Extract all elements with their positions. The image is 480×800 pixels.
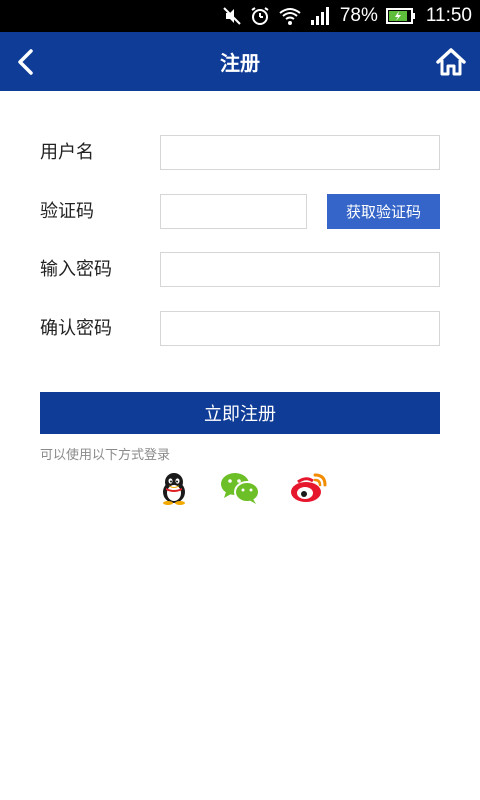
chevron-left-icon (18, 49, 33, 75)
header-bar: 注册 (0, 32, 480, 91)
confirm-password-input[interactable] (160, 311, 440, 346)
password-row: 输入密码 (40, 252, 440, 288)
signal-icon (310, 6, 332, 26)
alarm-icon (250, 6, 270, 26)
status-bar: 78% 11:50 (0, 0, 480, 32)
battery-icon (385, 7, 416, 25)
home-button[interactable] (434, 45, 468, 79)
password-label: 输入密码 (40, 259, 112, 280)
page-title: 注册 (220, 51, 260, 75)
back-button[interactable] (10, 45, 40, 79)
qq-icon (163, 473, 185, 505)
weibo-login-button[interactable] (289, 470, 329, 506)
wifi-icon (278, 6, 302, 26)
alt-login-hint: 可以使用以下方式登录 (40, 448, 171, 463)
get-code-button[interactable]: 获取验证码 (327, 194, 440, 229)
confirm-password-row: 确认密码 (40, 311, 440, 347)
weibo-icon (291, 473, 327, 502)
verification-code-row: 验证码 获取验证码 (40, 194, 440, 230)
username-input[interactable] (160, 135, 440, 170)
password-input[interactable] (160, 252, 440, 287)
username-row: 用户名 (40, 135, 440, 171)
confirm-password-label: 确认密码 (40, 318, 112, 339)
clock: 11:50 (425, 5, 472, 26)
battery-percent: 78% (339, 5, 378, 26)
verification-code-label: 验证码 (40, 201, 94, 222)
home-icon (436, 48, 466, 76)
wechat-login-button[interactable] (220, 470, 260, 506)
qq-login-button[interactable] (154, 470, 194, 506)
register-button[interactable]: 立即注册 (40, 392, 440, 434)
verification-code-input[interactable] (160, 194, 307, 229)
mute-icon (222, 6, 242, 26)
wechat-icon (221, 473, 260, 504)
username-label: 用户名 (40, 142, 94, 163)
